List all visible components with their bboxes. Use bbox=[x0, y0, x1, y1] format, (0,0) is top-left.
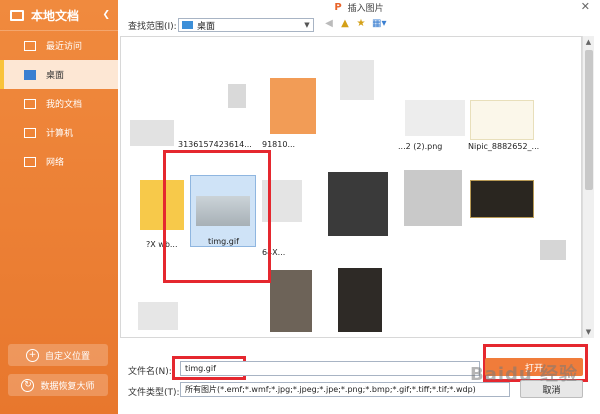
sidebar-header[interactable]: 本地文档 ❮ bbox=[0, 0, 118, 31]
file-thumbnail[interactable] bbox=[138, 302, 178, 330]
file-name: ...2 (2).png bbox=[398, 142, 443, 151]
file-name: 91810... bbox=[262, 140, 296, 149]
sidebar-item-network[interactable]: 网络 bbox=[0, 147, 118, 176]
watermark: Baidu 经验 bbox=[470, 364, 579, 385]
close-icon[interactable]: ✕ bbox=[581, 0, 590, 13]
sidebar-item-label: 网络 bbox=[46, 158, 65, 168]
lookin-label: 查找范围(I): bbox=[128, 22, 177, 32]
scroll-down-icon[interactable]: ▼ bbox=[583, 326, 594, 338]
desktop-icon bbox=[24, 69, 36, 80]
new-folder-icon[interactable]: ★ bbox=[354, 18, 368, 30]
scrollbar[interactable]: ▲ ▼ bbox=[582, 36, 594, 338]
lookin-value: 桌面 bbox=[197, 21, 216, 32]
folder-icon bbox=[182, 21, 193, 29]
file-thumbnail[interactable] bbox=[470, 100, 534, 140]
sidebar-item-label: 最近访问 bbox=[46, 42, 83, 52]
monitor-icon bbox=[10, 9, 24, 21]
sidebar-item-documents[interactable]: 我的文档 bbox=[0, 89, 118, 118]
up-folder-icon[interactable]: ▲ bbox=[338, 18, 352, 30]
file-thumbnail[interactable] bbox=[540, 240, 566, 260]
file-thumbnail[interactable] bbox=[270, 270, 312, 332]
file-name: 3136157423614... bbox=[178, 140, 252, 149]
sidebar-item-desktop[interactable]: 桌面 bbox=[0, 60, 118, 89]
file-thumbnail[interactable] bbox=[404, 170, 462, 226]
recover-icon: ↻ bbox=[21, 378, 35, 392]
add-location-button[interactable]: + 自定义位置 bbox=[8, 344, 108, 366]
add-location-label: 自定义位置 bbox=[44, 351, 90, 362]
file-thumbnail[interactable] bbox=[130, 120, 174, 146]
chevron-down-icon: ▼ bbox=[304, 21, 310, 29]
sidebar-item-label: 桌面 bbox=[46, 71, 65, 81]
title-bar: P 插入图片 bbox=[118, 0, 600, 14]
lookin-select[interactable]: 桌面 ▼ bbox=[178, 18, 314, 32]
sidebar-item-computer[interactable]: 计算机 bbox=[0, 118, 118, 147]
view-menu-icon[interactable]: ▦▾ bbox=[372, 18, 386, 30]
recover-label: 数据恢复大师 bbox=[40, 381, 95, 392]
file-thumbnail[interactable] bbox=[338, 268, 382, 332]
highlight-box bbox=[163, 150, 271, 283]
file-thumbnail[interactable] bbox=[228, 84, 246, 108]
back-icon[interactable]: ◀ bbox=[322, 18, 336, 30]
chevron-left-icon[interactable]: ❮ bbox=[102, 10, 110, 20]
sidebar-item-label: 计算机 bbox=[46, 129, 74, 139]
filename-input[interactable]: timg.gif bbox=[180, 361, 480, 376]
filename-label: 文件名(N): bbox=[128, 367, 172, 377]
sidebar-item-label: 我的文档 bbox=[46, 100, 83, 110]
network-icon bbox=[24, 156, 36, 167]
filetype-value: 所有图片(*.emf;*.wmf;*.jpg;*.jpeg;*.jpe;*.pn… bbox=[185, 385, 476, 394]
filename-value: timg.gif bbox=[185, 364, 216, 373]
folder-icon bbox=[24, 40, 36, 51]
folder-icon bbox=[24, 98, 36, 109]
scroll-up-icon[interactable]: ▲ bbox=[583, 36, 594, 48]
filetype-select[interactable]: 所有图片(*.emf;*.wmf;*.jpg;*.jpeg;*.jpe;*.pn… bbox=[180, 382, 510, 397]
data-recovery-button[interactable]: ↻ 数据恢复大师 bbox=[8, 374, 108, 396]
file-thumbnail[interactable] bbox=[405, 100, 465, 136]
file-thumbnail[interactable] bbox=[470, 180, 534, 218]
sidebar-header-label: 本地文档 bbox=[31, 8, 80, 23]
file-name: Nipic_8882652_... bbox=[468, 142, 540, 151]
file-thumbnail[interactable] bbox=[270, 78, 316, 134]
plus-icon: + bbox=[25, 348, 39, 362]
sidebar: 本地文档 ❮ 最近访问 桌面 我的文档 计算机 网络 + 自定义位置 ↻ 数据恢… bbox=[0, 0, 118, 414]
sidebar-item-recent[interactable]: 最近访问 bbox=[0, 31, 118, 60]
window-title: 插入图片 bbox=[347, 3, 384, 14]
computer-icon bbox=[24, 127, 36, 138]
file-thumbnail[interactable] bbox=[328, 172, 388, 236]
app-logo: P bbox=[334, 1, 342, 13]
filetype-label: 文件类型(T): bbox=[128, 388, 180, 398]
file-thumbnail[interactable] bbox=[340, 60, 374, 100]
scroll-thumb[interactable] bbox=[585, 50, 593, 190]
